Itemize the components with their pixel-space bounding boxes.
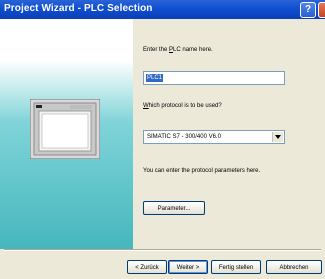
parameters-hint: You can enter the protocol parameters he…: [143, 168, 261, 174]
finish-button[interactable]: Fertig stellen: [211, 260, 261, 274]
protocol-select[interactable]: SIMATIC S7 - 300/400 V6.0: [143, 130, 285, 144]
back-button[interactable]: < Zurück: [127, 260, 167, 274]
chevron-down-icon: [275, 135, 281, 139]
protocol-dropdown-button[interactable]: [272, 132, 283, 142]
help-icon: ?: [304, 4, 312, 15]
parameters-button[interactable]: Parameter...: [143, 201, 205, 215]
title-bar[interactable]: Project Wizard - PLC Selection ?: [0, 0, 325, 19]
protocol-label: Which protocol is to be used?: [143, 103, 222, 109]
window-title: Project Wizard - PLC Selection: [4, 3, 153, 14]
plc-name-input[interactable]: PLC1: [143, 71, 285, 85]
help-button[interactable]: ?: [300, 2, 316, 18]
protocol-value: SIMATIC S7 - 300/400 V6.0: [147, 134, 221, 140]
wizard-illustration-panel: [0, 19, 133, 249]
plc-panel-icon: [30, 99, 100, 159]
wizard-window: Project Wizard - PLC Selection ? Enter t…: [0, 0, 325, 279]
plc-name-label: Enter the PLC name here.: [143, 47, 213, 53]
plc-name-value: PLC1: [146, 74, 164, 82]
footer-divider: [4, 249, 321, 251]
close-button[interactable]: [318, 2, 325, 18]
next-button[interactable]: Weiter >: [168, 260, 208, 274]
cancel-button[interactable]: Abbrechen: [266, 260, 322, 274]
